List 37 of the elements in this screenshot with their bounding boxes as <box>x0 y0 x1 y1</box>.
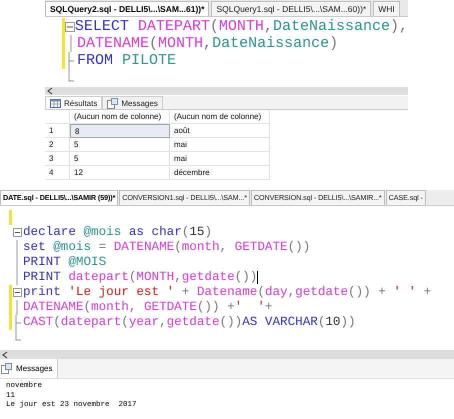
code-line: FROM PILOTE <box>77 52 176 69</box>
code-line: print 'Le jour est ' + Datename(day,getdate()) + ' ' + <box>23 285 432 300</box>
table-cell: 8 <box>70 124 170 138</box>
table-cell: 5 <box>70 138 170 152</box>
table-cell: mai <box>170 152 270 166</box>
table-cell: mai <box>170 138 270 152</box>
scroll-left-icon[interactable] <box>47 87 53 95</box>
code-line: declare @mois as char(15) <box>23 225 212 240</box>
column-header: (Aucun nom de colonne) <box>70 110 170 124</box>
table-cell: août <box>170 124 270 138</box>
code-line: DATENAME(MONTH,DateNaissance) <box>77 35 338 52</box>
table-cell: décembre <box>170 166 270 180</box>
code-line: SELECT DATEPART(MONTH,DateNaissance), <box>74 18 408 35</box>
result-tab[interactable]: Messages <box>102 96 163 109</box>
file-tab[interactable]: SQLQuery2.sql - DELLI5\...\SAM...61))* <box>45 1 210 16</box>
code-line: CAST(datepart(year,getdate())AS VARCHAR(10)) <box>23 315 356 330</box>
table-cell: 5 <box>70 152 170 166</box>
collapse-icon[interactable] <box>13 288 22 297</box>
row-number: 3 <box>45 152 70 166</box>
code-line: DATENAME(month, GETDATE()) +' '+ <box>23 300 272 315</box>
file-tab[interactable]: SQLQuery1.sql - DELLI5\...\SAM...60))* <box>211 1 372 16</box>
code-line: PRINT datepart(MONTH,getdate()) <box>23 270 258 285</box>
row-number: 2 <box>45 138 70 152</box>
collapse-icon[interactable] <box>13 228 22 237</box>
collapse-icon[interactable] <box>64 22 75 32</box>
table-cell: 12 <box>70 166 170 180</box>
column-header: (Aucun nom de colonne) <box>170 110 270 124</box>
code-line: PRINT @MOIS <box>23 255 106 270</box>
file-tab[interactable]: WHI <box>373 1 400 16</box>
document-icon <box>1 363 12 374</box>
messages-tab[interactable]: Messages <box>0 359 58 378</box>
grid-icon <box>50 98 61 108</box>
code-line: set @mois = DATENAME(month, GETDATE()) <box>23 240 310 255</box>
result-tab[interactable]: Résultats <box>45 96 102 109</box>
row-number: 4 <box>45 166 70 180</box>
document-icon <box>107 98 118 108</box>
scroll-left-icon[interactable] <box>2 350 8 358</box>
